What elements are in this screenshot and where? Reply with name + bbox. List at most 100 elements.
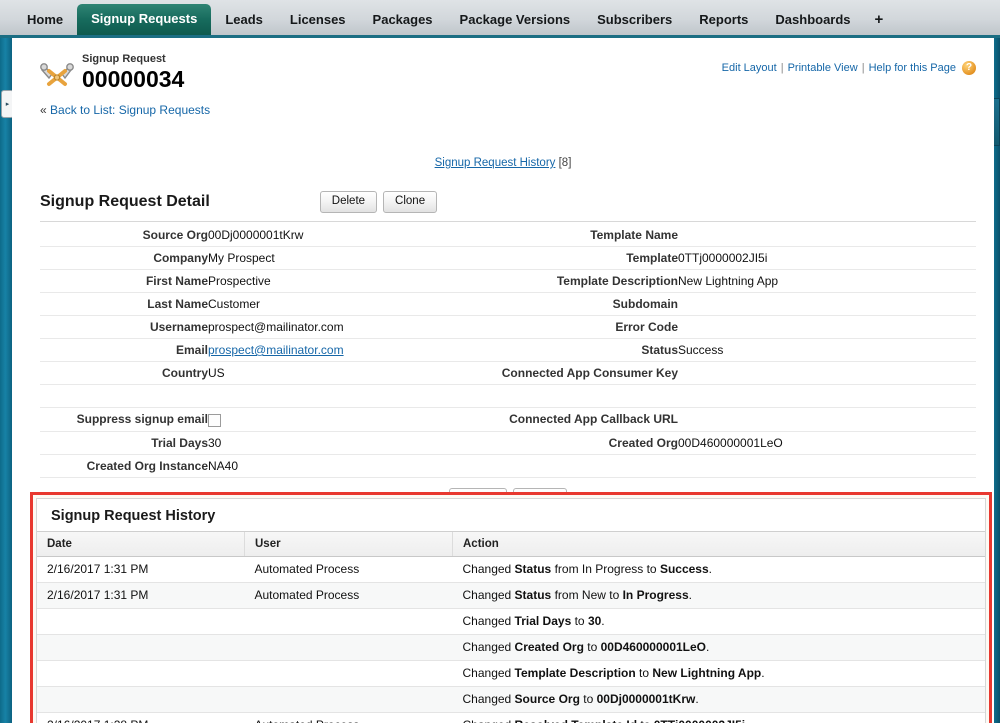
history-action-text: Changed (463, 718, 515, 723)
history-action-text: . (761, 666, 764, 680)
link-separator-2: | (862, 62, 865, 74)
detail-value-left-5-link[interactable]: prospect@mailinator.com (208, 343, 344, 357)
help-icon[interactable]: ? (962, 61, 976, 75)
detail-label-right (498, 454, 678, 477)
table-row: Changed Source Org to 00Dj0000001tKrw. (37, 687, 985, 713)
tab-reports[interactable]: Reports (686, 6, 761, 35)
history-cell-action: Changed Trial Days to 30. (453, 609, 986, 635)
detail-section-title: Signup Request Detail (40, 193, 210, 211)
history-action-emphasis: Success (660, 562, 709, 576)
signup-request-icon (40, 60, 74, 90)
back-to-list-link[interactable]: Back to List: Signup Requests (50, 103, 210, 117)
detail-value-right (678, 316, 976, 339)
detail-value-right (678, 385, 976, 408)
history-cell-action: Changed Resolved Template Id to 0TTj0000… (453, 713, 986, 723)
detail-label-left: Email (40, 339, 208, 362)
history-action-emphasis: 00D460000001LeO (601, 640, 706, 654)
history-cell-action: Changed Created Org to 00D460000001LeO. (453, 635, 986, 661)
delete-button-top[interactable]: Delete (320, 191, 377, 213)
column-header-action[interactable]: Action (453, 532, 986, 557)
quicklink-signup-request-history[interactable]: Signup Request History (435, 157, 556, 169)
link-separator-1: | (781, 62, 784, 74)
history-action-emphasis: Trial Days (515, 614, 572, 628)
history-cell-date: 2/16/2017 1:31 PM (37, 557, 245, 583)
history-action-text: . (745, 718, 748, 723)
history-action-text: from New to (551, 588, 622, 602)
detail-value-left: 00Dj0000001tKrw (208, 224, 498, 247)
detail-value-left: US (208, 362, 498, 385)
column-header-user[interactable]: User (245, 532, 453, 557)
history-action-emphasis: In Progress (623, 588, 689, 602)
detail-row (40, 385, 976, 408)
detail-label-left (40, 385, 208, 408)
history-cell-date (37, 661, 245, 687)
detail-value-right (678, 454, 976, 477)
history-cell-date (37, 609, 245, 635)
table-row: Changed Trial Days to 30. (37, 609, 985, 635)
back-to-list[interactable]: « Back to List: Signup Requests (40, 103, 210, 117)
history-cell-action: Changed Source Org to 00Dj0000001tKrw. (453, 687, 986, 713)
table-row: 2/16/2017 1:28 PMAutomated ProcessChange… (37, 713, 985, 723)
table-row: 2/16/2017 1:31 PMAutomated ProcessChange… (37, 583, 985, 609)
history-cell-action: Changed Status from New to In Progress. (453, 583, 986, 609)
detail-value-left: prospect@mailinator.com (208, 339, 498, 362)
tab-licenses[interactable]: Licenses (277, 6, 359, 35)
history-action-emphasis: Status (515, 562, 552, 576)
history-cell-user (245, 609, 453, 635)
tab-dashboards[interactable]: Dashboards (762, 6, 863, 35)
history-cell-user: Automated Process (245, 557, 453, 583)
detail-value-right (678, 362, 976, 385)
left-sidebar-rail: ▸ (0, 38, 12, 723)
record-header: Signup Request 00000034 « Back to List: … (12, 41, 994, 52)
detail-label-left: Source Org (40, 224, 208, 247)
tab-package-versions[interactable]: Package Versions (447, 6, 584, 35)
table-row: 2/16/2017 1:31 PMAutomated ProcessChange… (37, 557, 985, 583)
history-cell-user: Automated Process (245, 583, 453, 609)
double-chevron-left-icon: « (40, 103, 47, 117)
history-action-emphasis: Resolved Template Id (515, 718, 637, 723)
history-action-text: Changed (463, 562, 515, 576)
detail-header-bar: Signup Request Detail Delete Clone (40, 187, 976, 222)
detail-label-right: Subdomain (498, 293, 678, 316)
detail-label-right: Created Org (498, 431, 678, 454)
tab-add-new[interactable]: + (865, 6, 894, 35)
column-header-date[interactable]: Date (37, 532, 245, 557)
tab-subscribers[interactable]: Subscribers (584, 6, 685, 35)
tab-packages[interactable]: Packages (360, 6, 446, 35)
detail-label-right: Connected App Callback URL (498, 408, 678, 432)
related-list-quicklinks: Signup Request History [8] (12, 157, 994, 169)
tab-leads[interactable]: Leads (212, 6, 276, 35)
signup-request-history-panel: Signup Request History Date User Action … (36, 498, 986, 723)
history-cell-date (37, 687, 245, 713)
history-action-text: to (636, 666, 653, 680)
history-action-text: . (689, 588, 692, 602)
detail-value-left: My Prospect (208, 247, 498, 270)
printable-view-link[interactable]: Printable View (788, 62, 858, 74)
clone-button-top[interactable]: Clone (383, 191, 437, 213)
history-action-emphasis: New Lightning App (652, 666, 761, 680)
page-content: Signup Request 00000034 « Back to List: … (12, 41, 994, 723)
primary-tab-bar: HomeSignup RequestsLeadsLicensesPackages… (0, 0, 1000, 38)
history-cell-action: Changed Status from In Progress to Succe… (453, 557, 986, 583)
history-action-emphasis: 0TTj0000002JI5i (654, 718, 745, 723)
history-action-text: . (695, 692, 698, 706)
detail-label-right: Template Description (498, 270, 678, 293)
tab-home[interactable]: Home (14, 6, 76, 35)
history-action-text: to (580, 692, 597, 706)
table-row: Changed Template Description to New Ligh… (37, 661, 985, 687)
detail-row: Trial Days30Created Org00D460000001LeO (40, 431, 976, 454)
history-action-emphasis: 30 (588, 614, 601, 628)
edit-layout-link[interactable]: Edit Layout (722, 62, 777, 74)
history-cell-user (245, 635, 453, 661)
history-action-text: to (637, 718, 654, 723)
help-for-this-page-link[interactable]: Help for this Page (869, 62, 956, 74)
detail-label-left: First Name (40, 270, 208, 293)
record-type-label: Signup Request (82, 53, 184, 66)
history-action-text: Changed (463, 640, 515, 654)
history-cell-user (245, 687, 453, 713)
detail-value-left: Customer (208, 293, 498, 316)
history-action-text: . (709, 562, 712, 576)
history-action-emphasis: 00Dj0000001tKrw (597, 692, 696, 706)
tab-signup-requests[interactable]: Signup Requests (77, 4, 211, 35)
detail-label-left: Created Org Instance (40, 454, 208, 477)
